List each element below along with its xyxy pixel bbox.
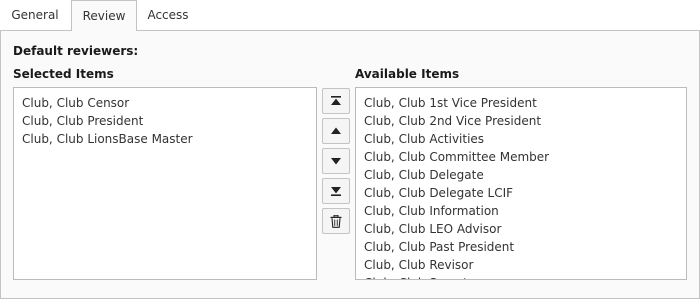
tab-review[interactable]: Review [71, 0, 137, 31]
move-to-top-icon [331, 96, 341, 105]
tab-access[interactable]: Access [138, 0, 198, 30]
list-item[interactable]: Club, Club Revisor [356, 256, 686, 274]
list-item[interactable]: Club, Club 2nd Vice President [356, 112, 686, 130]
move-to-bottom-button[interactable] [322, 178, 350, 204]
list-item[interactable]: Club, Club LionsBase Master [14, 130, 316, 148]
list-item[interactable]: Club, Club LEO Advisor [356, 220, 686, 238]
list-item[interactable]: Club, Club Past President [356, 238, 686, 256]
selected-items-list[interactable]: Club, Club Censor Club, Club President Clu… [13, 87, 317, 280]
move-up-button[interactable] [322, 118, 350, 144]
list-item[interactable]: Club, Club Delegate [356, 166, 686, 184]
move-down-icon [331, 158, 341, 165]
list-item[interactable]: Club, Club 1st Vice President [356, 94, 686, 112]
list-item[interactable]: Club, Club Delegate LCIF [356, 184, 686, 202]
remove-button[interactable] [322, 208, 350, 234]
move-down-button[interactable] [322, 148, 350, 174]
move-to-bottom-icon [331, 187, 341, 196]
tab-general[interactable]: General [0, 0, 70, 30]
move-to-top-button[interactable] [322, 88, 350, 114]
tab-bar: General Review Access [0, 0, 700, 31]
list-item[interactable]: Club, Club Activities [356, 130, 686, 148]
list-item[interactable]: Club, Club President [14, 112, 316, 130]
available-items-list[interactable]: Club, Club 1st Vice President Club, Club … [355, 87, 687, 280]
list-item[interactable]: Club, Club Committee Member [356, 148, 686, 166]
section-heading: Default reviewers: [13, 44, 139, 58]
available-items-label: Available Items [355, 67, 460, 81]
list-item[interactable]: Club, Club Censor [14, 94, 316, 112]
move-up-icon [331, 127, 341, 134]
list-item[interactable]: Club, Club Secretary [356, 274, 686, 279]
list-item[interactable]: Club, Club Information [356, 202, 686, 220]
trash-icon [330, 214, 342, 228]
selected-items-label: Selected Items [13, 67, 114, 81]
